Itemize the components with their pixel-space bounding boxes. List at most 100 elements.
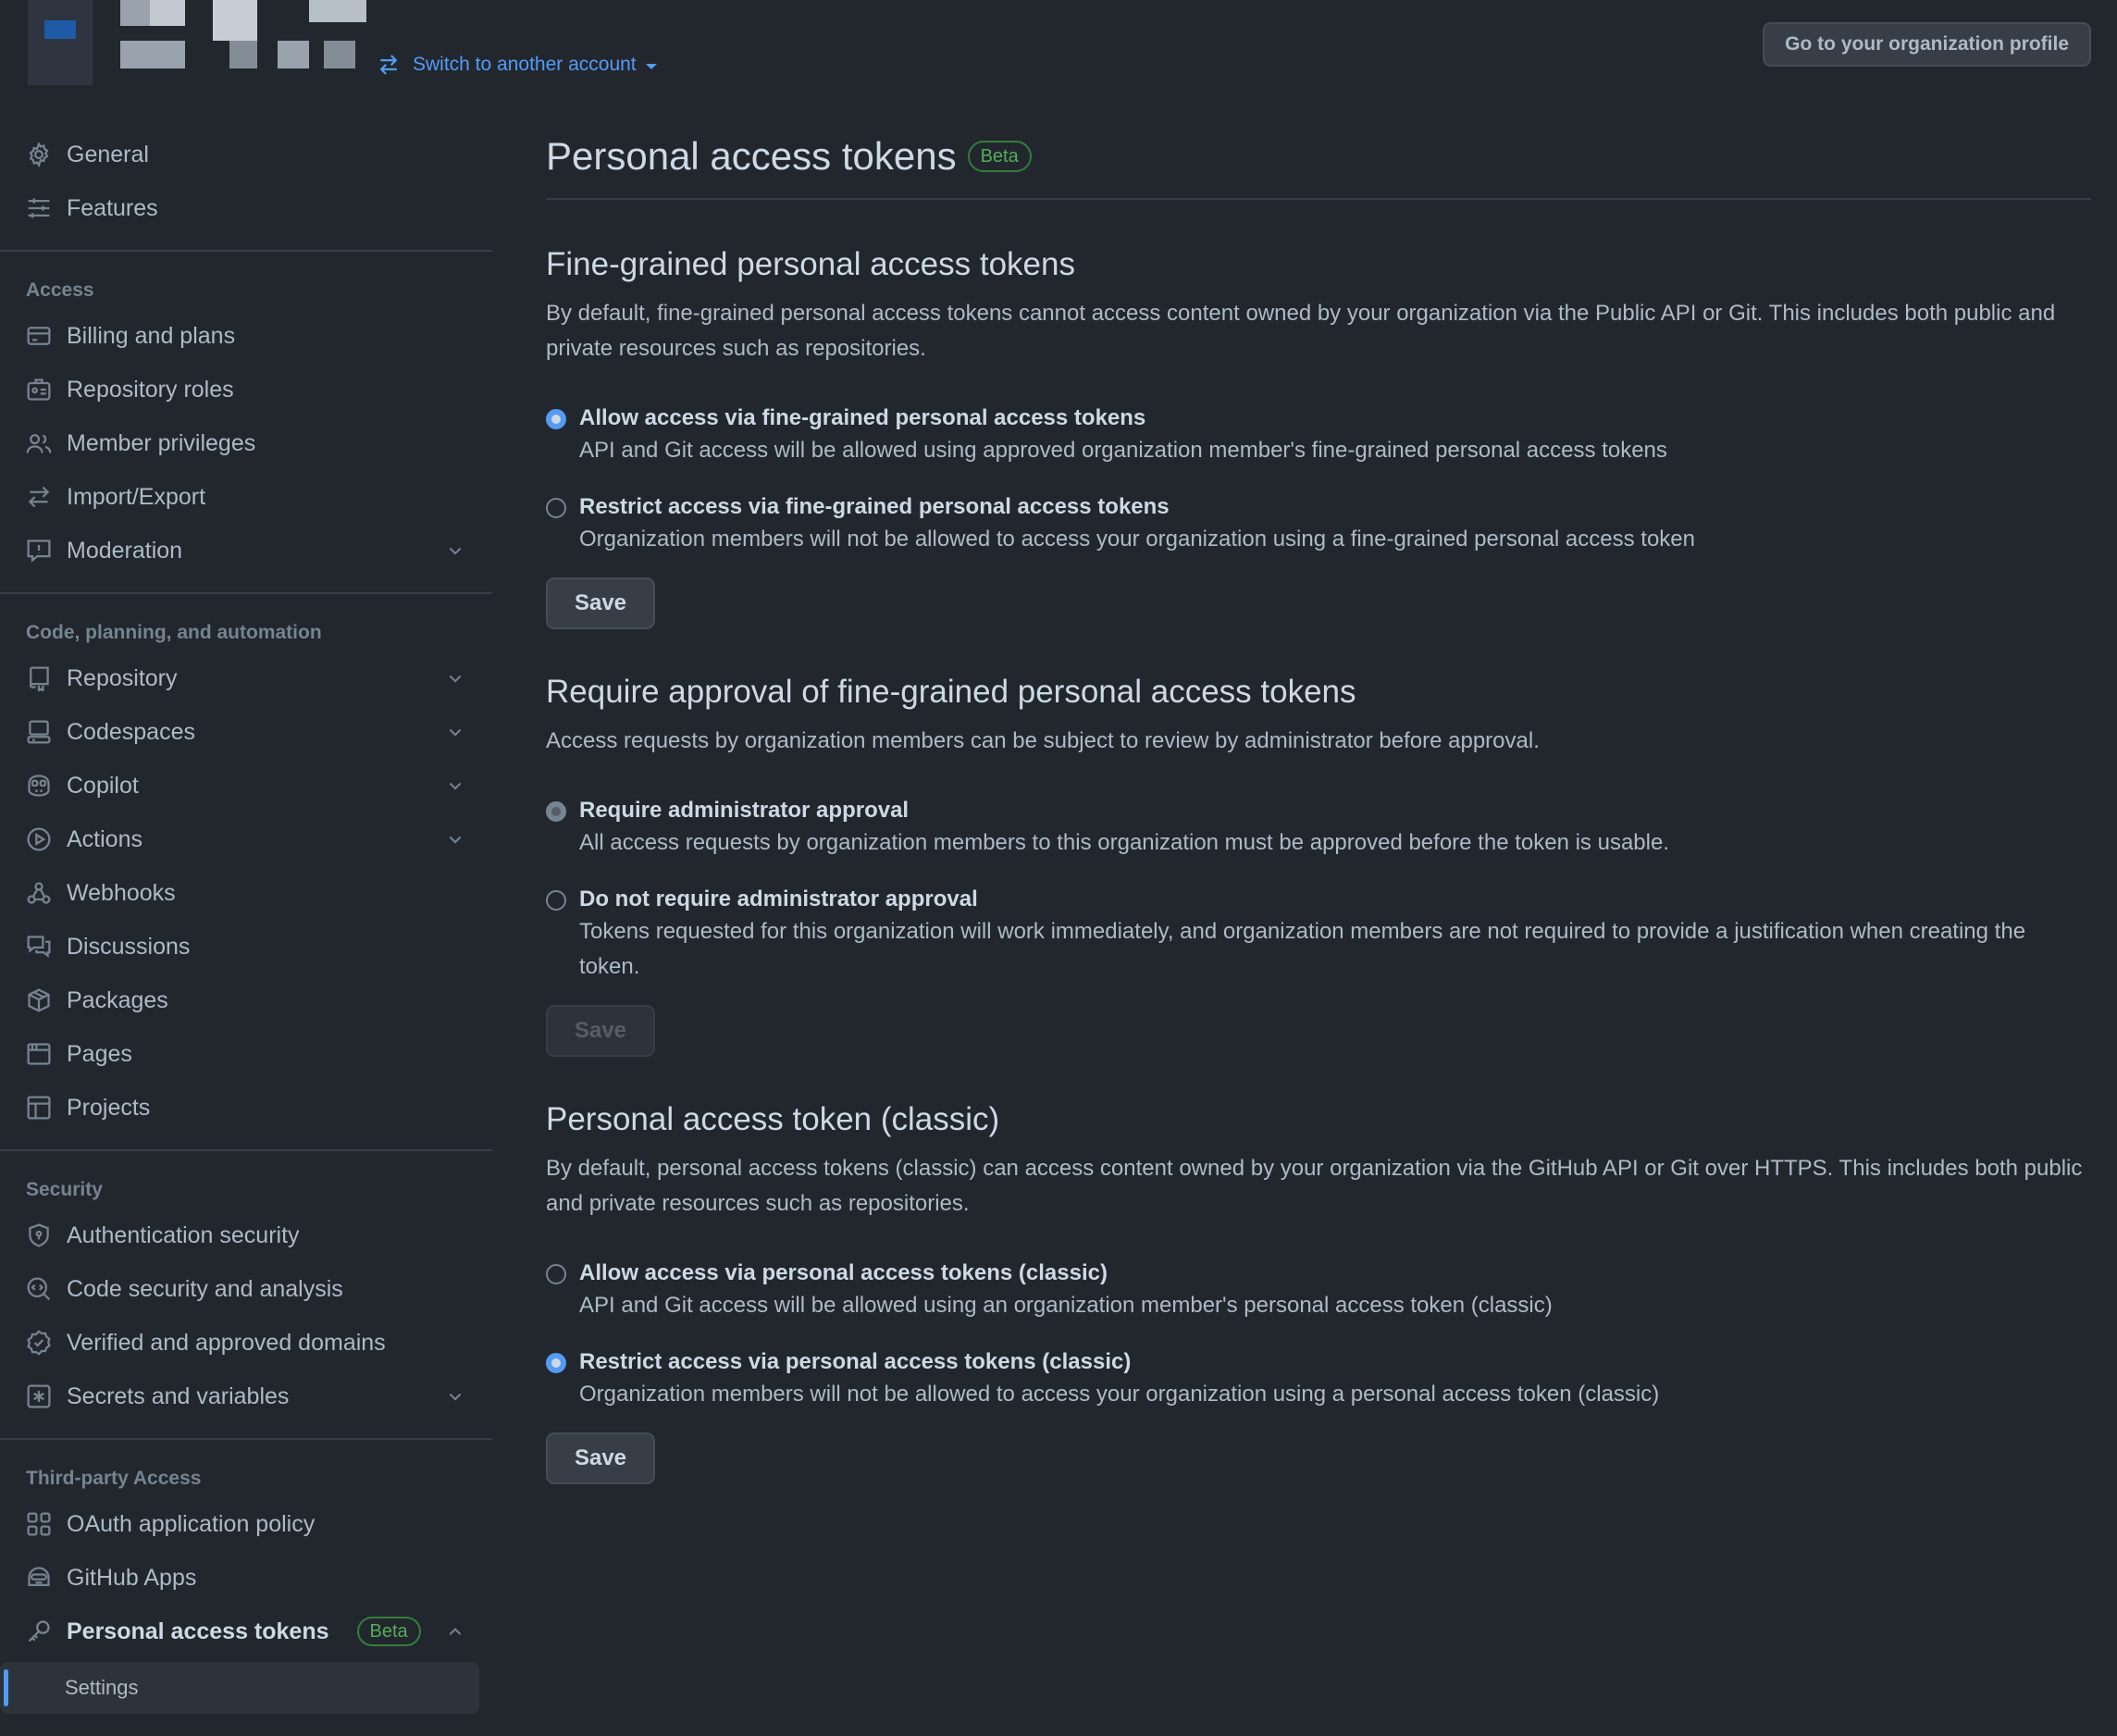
radio-option-no-approval[interactable]: Do not require administrator approval To… bbox=[546, 885, 2091, 985]
chevron-down-icon[interactable] bbox=[446, 723, 464, 741]
chevron-down-icon[interactable] bbox=[446, 1387, 464, 1406]
sidebar-item-verified-domains[interactable]: Verified and approved domains bbox=[0, 1316, 492, 1370]
sidebar-item-moderation[interactable]: Moderation bbox=[0, 524, 492, 577]
sidebar-item-label: General bbox=[67, 141, 149, 167]
save-button[interactable]: Save bbox=[546, 577, 655, 629]
sidebar-divider bbox=[0, 1149, 492, 1151]
sidebar-item-actions[interactable]: Actions bbox=[0, 812, 492, 866]
sidebar-item-import-export[interactable]: Import/Export bbox=[0, 470, 492, 524]
sidebar-item-label: Copilot bbox=[67, 772, 139, 799]
sidebar-item-member-privileges[interactable]: Member privileges bbox=[0, 416, 492, 470]
sidebar-item-copilot[interactable]: Copilot bbox=[0, 759, 492, 812]
arrow-switch-icon bbox=[26, 484, 52, 510]
radio-button[interactable] bbox=[546, 409, 566, 429]
save-button[interactable]: Save bbox=[546, 1432, 655, 1484]
hubot-icon bbox=[26, 1565, 52, 1591]
sidebar-item-label: Import/Export bbox=[67, 483, 206, 510]
beta-badge: Beta bbox=[967, 141, 1032, 172]
section-title: Personal access token (classic) bbox=[546, 1101, 1000, 1137]
radio-button[interactable] bbox=[546, 890, 566, 911]
chevron-down-icon[interactable] bbox=[446, 776, 464, 795]
codescan-icon bbox=[26, 1276, 52, 1302]
option-note: API and Git access will be allowed using… bbox=[579, 1293, 1553, 1318]
sidebar-item-oauth-policy[interactable]: OAuth application policy bbox=[0, 1497, 492, 1551]
arrow-switch-icon bbox=[380, 55, 397, 75]
sidebar-item-billing[interactable]: Billing and plans bbox=[0, 309, 492, 363]
sidebar-item-repository[interactable]: Repository bbox=[0, 651, 492, 705]
org-profile-button[interactable]: Go to your organization profile bbox=[1763, 22, 2091, 67]
sidebar-subitem-settings[interactable]: Settings bbox=[0, 1662, 479, 1714]
radio-button[interactable] bbox=[546, 801, 566, 822]
sidebar-item-packages[interactable]: Packages bbox=[0, 973, 492, 1027]
title-divider bbox=[546, 198, 2091, 200]
option-note: Tokens requested for this organization w… bbox=[579, 919, 2026, 979]
radio-button[interactable] bbox=[546, 1353, 566, 1373]
sidebar-item-personal-access-tokens[interactable]: Personal access tokens Beta bbox=[0, 1605, 492, 1658]
sidebar-heading-security: Security bbox=[26, 1179, 103, 1200]
sidebar-item-authentication-security[interactable]: Authentication security bbox=[0, 1209, 492, 1262]
chevron-up-icon[interactable] bbox=[446, 1622, 464, 1641]
codespaces-icon bbox=[26, 719, 52, 745]
radio-option-allow-fine-grained[interactable]: Allow access via fine-grained personal a… bbox=[546, 403, 2091, 468]
shield-lock-icon bbox=[26, 1222, 52, 1248]
section-description: Access requests by organization members … bbox=[546, 728, 1540, 753]
id-badge-icon bbox=[26, 377, 52, 403]
sidebar-item-codespaces[interactable]: Codespaces bbox=[0, 705, 492, 759]
chevron-down-icon[interactable] bbox=[446, 669, 464, 688]
sidebar-item-webhooks[interactable]: Webhooks bbox=[0, 866, 492, 920]
radio-button[interactable] bbox=[546, 498, 566, 518]
radio-option-restrict-classic[interactable]: Restrict access via personal access toke… bbox=[546, 1347, 2091, 1412]
settings-page: Switch to another account Go to your org… bbox=[0, 0, 2117, 1736]
option-label: Allow access via personal access tokens … bbox=[579, 1260, 1108, 1285]
chevron-down-icon[interactable] bbox=[446, 541, 464, 560]
sidebar-item-pages[interactable]: Pages bbox=[0, 1027, 492, 1081]
radio-option-restrict-fine-grained[interactable]: Restrict access via fine-grained persona… bbox=[546, 492, 2091, 557]
sidebar-item-label: Repository bbox=[67, 664, 178, 691]
asterisk-icon bbox=[26, 1383, 52, 1409]
save-button[interactable]: Save bbox=[546, 1005, 655, 1057]
option-note: All access requests by organization memb… bbox=[579, 830, 1669, 855]
sidebar-item-label: Member privileges bbox=[67, 429, 256, 456]
switch-account-link[interactable]: Switch to another account bbox=[378, 48, 657, 81]
beta-badge: Beta bbox=[356, 1617, 421, 1646]
chevron-down-icon[interactable] bbox=[446, 830, 464, 849]
classic-section: Personal access token (classic) By defau… bbox=[546, 1101, 2091, 1484]
sidebar-item-features[interactable]: Features bbox=[0, 181, 492, 235]
sidebar-item-code-security[interactable]: Code security and analysis bbox=[0, 1262, 492, 1316]
browser-icon bbox=[26, 1041, 52, 1067]
sidebar-heading-code-planning: Code, planning, and automation bbox=[26, 622, 322, 643]
option-label: Allow access via fine-grained personal a… bbox=[579, 405, 1146, 430]
sidebar-item-projects[interactable]: Projects bbox=[0, 1081, 492, 1135]
switch-account-label: Switch to another account bbox=[413, 54, 637, 75]
sidebar-item-secrets-variables[interactable]: Secrets and variables bbox=[0, 1370, 492, 1423]
section-description: By default, personal access tokens (clas… bbox=[546, 1156, 2083, 1216]
sidebar-item-label: Pages bbox=[67, 1040, 132, 1067]
webhook-icon bbox=[26, 880, 52, 906]
sidebar-item-repository-roles[interactable]: Repository roles bbox=[0, 363, 492, 416]
copilot-icon bbox=[26, 773, 52, 799]
key-icon bbox=[26, 1618, 52, 1644]
sidebar-item-label: Authentication security bbox=[67, 1221, 300, 1248]
sidebar-divider bbox=[0, 250, 492, 252]
report-icon bbox=[26, 538, 52, 564]
sidebar-item-label: Moderation bbox=[67, 537, 183, 564]
sidebar-item-label: Billing and plans bbox=[67, 322, 236, 349]
comment-discussion-icon bbox=[26, 934, 52, 960]
radio-option-require-approval[interactable]: Require administrator approval All acces… bbox=[546, 796, 2091, 861]
sidebar-item-discussions[interactable]: Discussions bbox=[0, 920, 492, 973]
repo-icon bbox=[26, 665, 52, 691]
radio-option-allow-classic[interactable]: Allow access via personal access tokens … bbox=[546, 1259, 2091, 1323]
gear-icon bbox=[26, 142, 52, 167]
option-note: Organization members will not be allowed… bbox=[579, 527, 1695, 552]
main-content: Personal access tokens Beta Fine-grained… bbox=[546, 128, 2091, 1484]
option-note: API and Git access will be allowed using… bbox=[579, 438, 1667, 463]
sidebar-item-general[interactable]: General bbox=[0, 128, 492, 181]
radio-button[interactable] bbox=[546, 1264, 566, 1284]
section-description: By default, fine-grained personal access… bbox=[546, 301, 2056, 361]
sidebar-item-label: Discussions bbox=[67, 933, 191, 960]
fine-grained-section: Fine-grained personal access tokens By d… bbox=[546, 246, 2091, 629]
sidebar-item-github-apps[interactable]: GitHub Apps bbox=[0, 1551, 492, 1605]
caret-down-icon bbox=[645, 64, 657, 69]
sidebar-item-label: Codespaces bbox=[67, 718, 195, 745]
apps-icon bbox=[26, 1511, 52, 1537]
